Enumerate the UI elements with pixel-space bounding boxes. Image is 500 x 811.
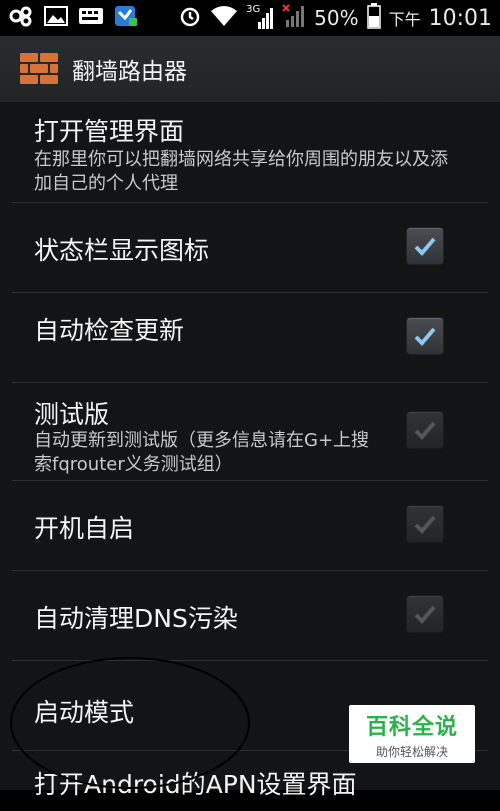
clean-dns-checkbox[interactable] [406, 595, 444, 633]
annotation-circle [10, 657, 250, 789]
checkmark-icon [414, 605, 436, 624]
link-icon [8, 5, 34, 31]
battery-percent: 50% [314, 6, 359, 30]
setting-summary: 在那里你可以把翻墙网络共享给你周围的朋友以及添加自己的个人代理 [34, 149, 448, 194]
setting-clean-dns-pollution[interactable]: 自动清理DNS污染 [0, 571, 500, 660]
watermark-title: 百科全说 [365, 714, 458, 740]
brick-wall-icon[interactable] [18, 50, 60, 88]
status-time: 10:01 [428, 5, 492, 31]
setting-statusbar-icon[interactable]: 状态栏显示图标 [0, 203, 500, 292]
setting-title: 自动清理DNS污染 [34, 604, 238, 633]
statusbar-icon-checkbox[interactable] [406, 227, 444, 265]
setting-boot-autostart[interactable]: 开机自启 [0, 481, 500, 570]
app-title: 翻墙路由器 [72, 59, 187, 85]
setting-title: 开机自启 [34, 514, 135, 543]
wifi-icon [210, 5, 238, 31]
time-ampm: 下午 [388, 10, 421, 29]
image-icon [44, 5, 68, 31]
action-bar: 翻墙路由器 [0, 36, 500, 103]
beta-checkbox[interactable] [406, 411, 444, 449]
battery-icon [366, 3, 381, 33]
watermark-subtitle: 助你轻松解决 [375, 744, 448, 759]
app-notification-icon [114, 4, 138, 32]
alarm-icon [178, 4, 202, 32]
checkmark-icon [414, 421, 436, 440]
setting-summary: 自动更新到测试版（更多信息请在G+上搜索fqrouter义务测试组） [34, 430, 370, 475]
setting-title: 打开管理界面 [34, 117, 185, 146]
setting-open-admin-ui[interactable]: 打开管理界面 在那里你可以把翻墙网络共享给你周围的朋友以及添加自己的个人代理 [0, 102, 500, 202]
checkmark-icon [414, 515, 436, 534]
setting-beta-version[interactable]: 测试版 自动更新到测试版（更多信息请在G+上搜索fqrouter义务测试组） [0, 383, 500, 480]
setting-title: 测试版 [34, 400, 110, 429]
boot-autostart-checkbox[interactable] [406, 505, 444, 543]
keyboard-icon [78, 6, 104, 30]
auto-update-checkbox[interactable] [406, 317, 444, 355]
status-bar: 3G 50% 下午 10:01 [0, 0, 500, 36]
no-signal-icon [282, 4, 306, 32]
checkmark-icon [414, 327, 436, 346]
setting-title: 自动检查更新 [34, 316, 185, 345]
3g-signal-icon: 3G [246, 4, 274, 30]
watermark-logo: 百科全说 助你轻松解决 [349, 705, 475, 763]
setting-auto-check-update[interactable]: 自动检查更新 [0, 293, 500, 382]
checkmark-icon [414, 237, 436, 256]
setting-title: 状态栏显示图标 [34, 236, 210, 265]
